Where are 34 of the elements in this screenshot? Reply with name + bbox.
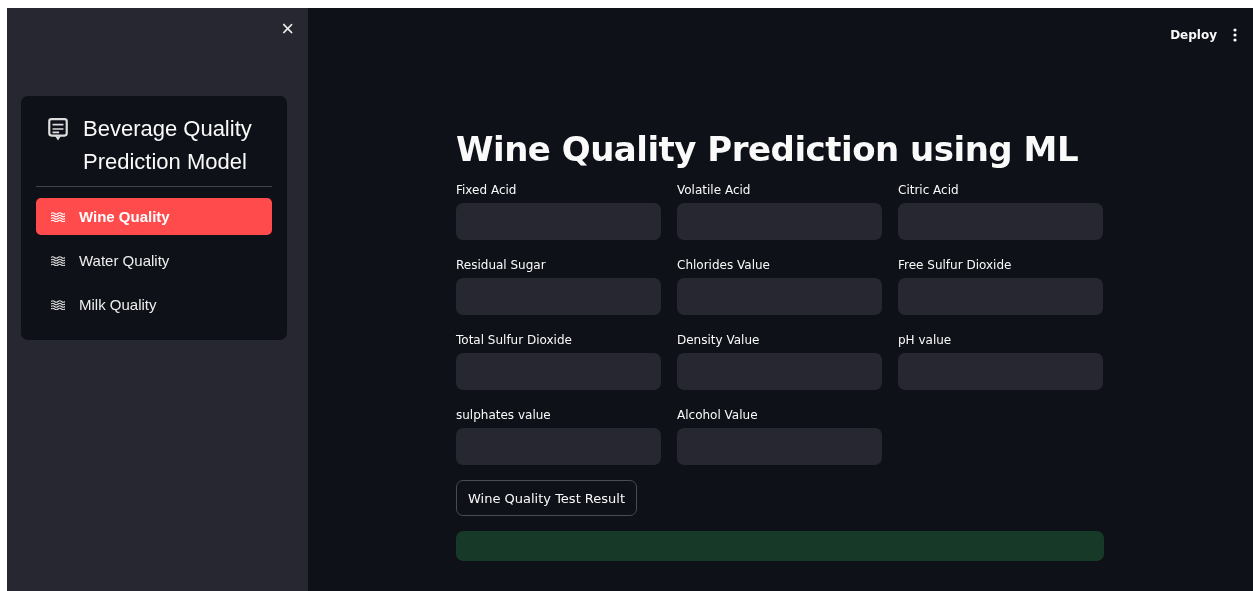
page-title: Wine Quality Prediction using ML (456, 129, 1080, 169)
input-field[interactable] (456, 353, 661, 390)
more-options-icon[interactable] (1233, 28, 1237, 42)
field-label: Alcohol Value (677, 408, 759, 422)
input-field[interactable] (677, 278, 882, 315)
input-field[interactable] (456, 203, 661, 240)
input-field[interactable] (456, 278, 661, 315)
input-field[interactable] (898, 353, 1103, 390)
test-result-button[interactable]: Wine Quality Test Result (456, 480, 638, 516)
menu-title: Beverage Quality Prediction Model (83, 115, 253, 176)
input-field[interactable] (898, 278, 1103, 315)
waves-icon (51, 299, 65, 310)
waves-icon (51, 211, 65, 222)
field-label: Chlorides Value (677, 258, 771, 272)
field-label: Fixed Acid (456, 183, 518, 197)
waves-icon (51, 255, 65, 266)
input-field[interactable] (898, 203, 1103, 240)
document-icon (47, 117, 69, 141)
field-label: sulphates value (456, 408, 552, 422)
field-label: pH value (898, 333, 953, 347)
field-label: Residual Sugar (456, 258, 547, 272)
field-label: Free Sulfur Dioxide (898, 258, 1013, 272)
menu-item[interactable]: Water Quality (36, 242, 272, 279)
input-field[interactable] (677, 353, 882, 390)
field-label: Citric Acid (898, 183, 960, 197)
close-button[interactable]: × (281, 18, 294, 40)
field-label: Volatile Acid (677, 183, 752, 197)
field-label: Total Sulfur Dioxide (456, 333, 573, 347)
input-field[interactable] (456, 428, 661, 465)
input-field[interactable] (677, 428, 882, 465)
deploy-button[interactable]: Deploy (1170, 28, 1217, 42)
menu-item[interactable]: Milk Quality (36, 286, 272, 323)
input-field[interactable] (677, 203, 882, 240)
field-label: Density Value (677, 333, 761, 347)
